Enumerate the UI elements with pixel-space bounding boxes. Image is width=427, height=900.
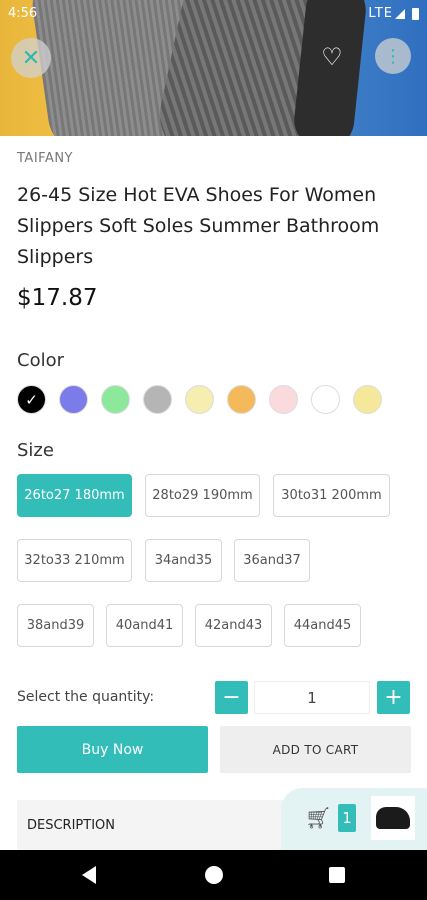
size-chip[interactable]: 30to31 200mm [273, 474, 390, 517]
navigation-bar [0, 850, 427, 900]
color-swatch[interactable] [311, 385, 340, 414]
check-icon: ✓ [25, 390, 38, 409]
recent-apps-icon[interactable] [329, 867, 345, 883]
quantity-field[interactable]: 1 [254, 681, 370, 714]
size-chip[interactable]: 44and45 [284, 604, 361, 647]
battery-icon [412, 8, 419, 20]
color-swatch[interactable] [269, 385, 298, 414]
color-swatch[interactable]: ✓ [17, 385, 46, 414]
product-price: $17.87 [17, 285, 98, 311]
size-chip[interactable]: 38and39 [17, 604, 94, 647]
buy-now-button[interactable]: Buy Now [17, 726, 208, 773]
color-swatch[interactable] [185, 385, 214, 414]
size-chip[interactable]: 42and43 [195, 604, 272, 647]
size-chip[interactable]: 28to29 190mm [145, 474, 260, 517]
size-chip[interactable]: 26to27 180mm [17, 474, 132, 517]
add-to-cart-button[interactable]: ADD TO CART [220, 726, 411, 773]
cart-item-thumbnail [371, 796, 415, 840]
description-section[interactable]: DESCRIPTION [17, 800, 317, 850]
heart-icon: ♡ [321, 43, 343, 71]
description-label: DESCRIPTION [27, 817, 115, 833]
color-swatch[interactable] [59, 385, 88, 414]
quantity-decrease-button[interactable]: − [215, 681, 248, 714]
favorite-button[interactable]: ♡ [312, 37, 352, 77]
status-bar: 4:56 LTE [0, 4, 427, 24]
color-label: Color [17, 350, 64, 371]
size-chip[interactable]: 36and37 [234, 539, 310, 582]
home-icon[interactable] [205, 866, 223, 884]
cart-count-badge: 1 [338, 804, 356, 832]
color-swatch[interactable] [353, 385, 382, 414]
color-swatch[interactable] [101, 385, 130, 414]
close-icon: ✕ [21, 45, 41, 71]
quantity-label: Select the quantity: [17, 689, 155, 705]
color-swatch[interactable] [143, 385, 172, 414]
more-options-button[interactable]: ⋮ [375, 38, 411, 74]
color-swatch[interactable] [227, 385, 256, 414]
status-time: 4:56 [8, 6, 38, 21]
boot-image [376, 807, 410, 829]
product-title: 26-45 Size Hot EVA Shoes For Women Slipp… [17, 184, 380, 268]
more-vert-icon: ⋮ [384, 45, 402, 67]
back-icon[interactable] [82, 866, 96, 884]
size-label: Size [17, 440, 54, 461]
size-chip[interactable]: 34and35 [145, 539, 222, 582]
floating-cart[interactable]: 🛒︎ 1 [281, 788, 427, 850]
size-chip[interactable]: 32to33 210mm [17, 539, 132, 582]
brand-name: TAIFANY [17, 151, 74, 166]
size-chip[interactable]: 40and41 [106, 604, 183, 647]
cart-icon: 🛒︎ [305, 806, 332, 830]
quantity-increase-button[interactable]: + [377, 681, 410, 714]
signal-icon [395, 9, 405, 19]
status-network: LTE [368, 6, 393, 21]
color-swatches: ✓ [17, 385, 382, 414]
close-button[interactable]: ✕ [11, 38, 51, 78]
